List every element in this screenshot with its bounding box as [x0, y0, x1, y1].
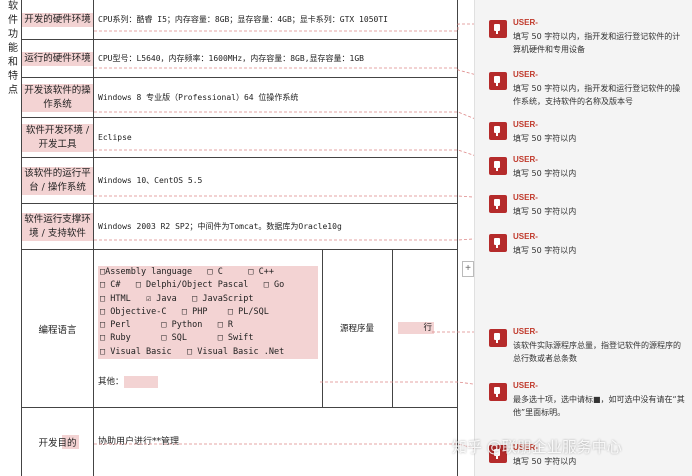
comment-text: 填写 50 字符以内: [513, 207, 577, 216]
row-label: 开发该软件的操作系统: [22, 83, 93, 112]
comment-author: USER-: [513, 327, 538, 336]
comment-icon: [489, 72, 507, 90]
row-label-cell: 软件运行支撑环境 / 支持软件: [22, 204, 94, 249]
comment-icon: [489, 122, 507, 140]
comment-icon: [489, 157, 507, 175]
row-label: 软件运行支撑环境 / 支持软件: [22, 212, 93, 241]
other-language-field[interactable]: 其他：: [98, 375, 158, 388]
comment-author: USER-: [513, 70, 538, 79]
comment-author: USER-: [513, 381, 538, 390]
table-row: 运行的硬件环境 CPU型号：L5640，内存频率：1600MHz，内存容量：8G…: [22, 40, 458, 78]
table-row: 开发的硬件环境 CPU系列：酷睿 I5；内存容量：8GB；显存容量：4GB；显卡…: [22, 0, 458, 40]
table-row: 软件运行支撑环境 / 支持软件 Windows 2003 R2 SP2；中间件为…: [22, 204, 458, 250]
table-row: 该软件的运行平台 / 操作系统 Windows 10、CentOS 5.5: [22, 158, 458, 204]
comment-text: 填写 50 字符以内: [513, 246, 577, 255]
side-char: 特: [8, 71, 18, 82]
comment-text: 该软件实际源程序总量，指登记软件的源程序的总行数或者总条数: [513, 341, 681, 363]
document-page: 软 件 功 能 和 特 点 开发的硬件环境 CPU系列：酷睿 I5；内存容量：8…: [0, 0, 474, 476]
row-label-cell: 该软件的运行平台 / 操作系统: [22, 158, 94, 203]
comment-icon: [489, 234, 507, 252]
row-value[interactable]: Windows 8 专业版（Professional）64 位操作系统: [94, 78, 458, 117]
row-value[interactable]: Windows 2003 R2 SP2；中间件为Tomcat。数据库为Oracl…: [94, 204, 458, 249]
table-row: 软件开发环境 / 开发工具 Eclipse: [22, 118, 458, 158]
comments-panel: USER- 填写 50 字符以内，指开发和运行登记软件的计算机硬件和专用设备 U…: [474, 0, 692, 476]
comment-author: USER-: [513, 120, 538, 129]
row-label: 开发的硬件环境: [22, 12, 93, 27]
other-label: 其他：: [98, 377, 124, 387]
source-lines-label: 源程序量: [339, 324, 374, 334]
side-char: 功: [8, 29, 18, 40]
side-char: 和: [8, 57, 18, 68]
row-label-cell: 运行的硬件环境: [22, 40, 94, 77]
other-input-highlight[interactable]: [123, 375, 158, 388]
comment-author: USER-: [513, 155, 538, 164]
row-label-cell: 开发的硬件环境: [22, 0, 94, 39]
info-table: 开发的硬件环境 CPU系列：酷睿 I5；内存容量：8GB；显存容量：4GB；显卡…: [22, 0, 458, 476]
language-option-line[interactable]: □Assembly language □ C □ C++: [100, 266, 316, 279]
comment-text: 填写 50 字符以内，指开发和运行登记软件的操作系统，支持软件的名称及版本号: [513, 84, 681, 106]
purpose-value[interactable]: 协助用户进行**管理: [94, 408, 458, 476]
comment-author: USER-: [513, 18, 538, 27]
comment-icon: [489, 383, 507, 401]
language-option-line[interactable]: □ Perl □ Python □ R: [100, 319, 316, 332]
language-options[interactable]: □Assembly language □ C □ C++ □ C# □ Delp…: [98, 266, 318, 360]
cell-divider: [392, 250, 393, 407]
side-label: 软 件 功 能 和 特 点: [6, 0, 20, 98]
comment-author: USER-: [513, 193, 538, 202]
side-column: 软 件 功 能 和 特 点: [2, 0, 22, 476]
purpose-label: 开发目的: [36, 435, 79, 449]
row-label-cell: 开发该软件的操作系统: [22, 78, 94, 117]
language-option-line[interactable]: □ Ruby □ SQL □ Swift: [100, 332, 316, 345]
comment-text: 填写 50 字符以内，指开发和运行登记软件的计算机硬件和专用设备: [513, 32, 681, 54]
source-lines-value[interactable]: 行: [398, 322, 434, 334]
row-label-cell: 软件开发环境 / 开发工具: [22, 118, 94, 157]
purpose-row: 开发目的 协助用户进行**管理: [22, 408, 458, 476]
table-row: 开发该软件的操作系统 Windows 8 专业版（Professional）64…: [22, 78, 458, 118]
language-option-line[interactable]: □ Visual Basic □ Visual Basic .Net: [100, 346, 316, 359]
row-label: 软件开发环境 / 开发工具: [22, 123, 93, 152]
language-option-line[interactable]: □ C# □ Delphi/Object Pascal □ Go: [100, 279, 316, 292]
comment-author: USER-: [513, 232, 538, 241]
comment-text: 填写 50 字符以内: [513, 134, 577, 143]
add-comment-button[interactable]: +: [462, 261, 474, 277]
watermark: 知乎 @联朋企业服务中心: [452, 438, 622, 456]
side-char: 件: [8, 15, 18, 26]
row-label: 运行的硬件环境: [22, 51, 93, 66]
side-char: 点: [8, 85, 18, 96]
row-value[interactable]: CPU型号：L5640，内存频率：1600MHz，内存容量：8GB,显存容量：1…: [94, 40, 458, 77]
row-label: 该软件的运行平台 / 操作系统: [22, 166, 93, 195]
side-char: 软: [8, 1, 18, 12]
comment-icon: [489, 20, 507, 38]
row-label-cell: 编程语言: [22, 250, 94, 407]
row-value[interactable]: Eclipse: [94, 118, 458, 157]
comment-icon: [489, 329, 507, 347]
comment-text: 最多选十项，选中请标■，如可选中没有请在“其他”里面标明。: [513, 395, 685, 417]
language-row: 编程语言 □Assembly language □ C □ C++ □ C# □…: [22, 250, 458, 408]
row-value[interactable]: CPU系列：酷睿 I5；内存容量：8GB；显存容量：4GB；显卡系列：GTX 1…: [94, 0, 458, 39]
comment-text: 填写 50 字符以内: [513, 169, 577, 178]
comment-icon: [489, 195, 507, 213]
language-option-line[interactable]: □ Objective-C □ PHP □ PL/SQL: [100, 306, 316, 319]
language-option-line[interactable]: □ HTML ☑ Java □ JavaScript: [100, 293, 316, 306]
row-value[interactable]: Windows 10、CentOS 5.5: [94, 158, 458, 203]
source-lines-unit: 行: [423, 323, 432, 333]
language-label: 编程语言: [38, 324, 77, 336]
side-char: 能: [8, 43, 18, 54]
row-label-cell: 开发目的: [22, 408, 94, 476]
